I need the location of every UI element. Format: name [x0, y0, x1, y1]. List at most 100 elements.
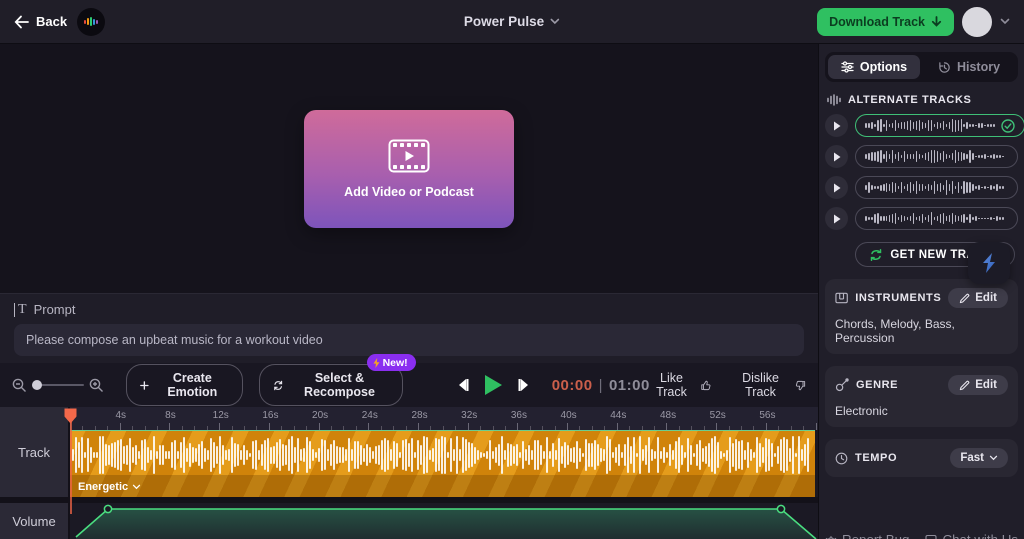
timeline-zoom-control [12, 378, 104, 393]
play-icon [833, 214, 841, 224]
track-option[interactable] [855, 145, 1018, 168]
alternate-track-row-4 [825, 207, 1018, 230]
audio-clip[interactable]: Energetic [70, 430, 815, 497]
assistant-widget[interactable] [968, 242, 1010, 284]
prompt-input[interactable] [14, 324, 804, 356]
create-emotion-button[interactable]: Create Emotion [126, 364, 243, 406]
volume-row [70, 503, 818, 539]
edit-instruments-button[interactable]: Edit [948, 288, 1008, 308]
add-video-label: Add Video or Podcast [344, 185, 474, 199]
back-button[interactable]: Back [14, 14, 67, 29]
app-root: Back Power Pulse Download Track [0, 0, 1024, 539]
like-track-label: Like Track [650, 371, 693, 399]
download-track-button[interactable]: Download Track [817, 8, 954, 36]
chevron-down-icon [550, 18, 560, 25]
previous-frame-button[interactable] [455, 377, 471, 393]
dislike-track-button[interactable]: Dislike Track [734, 371, 807, 399]
sidebar-tabs: Options History [825, 52, 1018, 82]
play-track-button[interactable] [825, 207, 848, 230]
new-badge: New! [367, 354, 416, 371]
total-time: 01:00 [609, 377, 650, 394]
report-bug-label: Report Bug [842, 532, 909, 539]
track-row: Energetic [70, 430, 818, 497]
select-recompose-button[interactable]: Select & Recompose New! [259, 364, 403, 406]
transport-controls [455, 374, 532, 396]
text-cursor-icon: T [14, 303, 27, 317]
mood-selector[interactable]: Energetic [78, 481, 141, 493]
account-menu-chevron-icon[interactable] [1000, 18, 1010, 25]
edit-genre-button[interactable]: Edit [948, 375, 1008, 395]
genre-value: Electronic [835, 404, 1008, 418]
tab-history[interactable]: History [923, 55, 1015, 79]
prompt-panel: T Prompt [0, 293, 818, 363]
track-row-label: Track [0, 407, 70, 497]
alternate-track-row-2 [825, 145, 1018, 168]
edit-label: Edit [975, 379, 997, 391]
envelope-handle-end[interactable] [777, 505, 784, 512]
timeline-ruler[interactable]: 0s4s8s12s16s20s24s28s32s36s40s44s48s52s5… [70, 407, 818, 430]
timecode: 00:00 | 01:00 [552, 377, 650, 394]
envelope-handle-start[interactable] [104, 505, 111, 512]
play-track-button[interactable] [825, 145, 848, 168]
film-icon [388, 139, 430, 173]
tempo-select[interactable]: Fast [950, 448, 1008, 468]
play-button[interactable] [484, 374, 503, 396]
back-label: Back [36, 14, 67, 29]
tempo-value: Fast [960, 452, 984, 464]
playback-toolbar: Create Emotion Select & Recompose New! [0, 363, 818, 407]
play-icon [833, 152, 841, 162]
zoom-in-icon[interactable] [89, 378, 104, 393]
pencil-icon [959, 293, 970, 304]
check-circle-icon [1001, 119, 1015, 133]
recompose-icon [273, 379, 283, 392]
waveform-icon [827, 94, 841, 106]
pencil-icon [959, 380, 970, 391]
tempo-title: TEMPO [855, 452, 897, 464]
alternate-track-row-3 [825, 176, 1018, 199]
track-option-selected[interactable] [855, 114, 1024, 137]
zoom-slider[interactable] [32, 384, 84, 386]
instruments-card: INSTRUMENTS Edit Chords, Melody, Bass, P… [825, 279, 1018, 354]
alternate-tracks-header: ALTERNATE TRACKS [827, 94, 1016, 106]
select-recompose-label: Select & Recompose [290, 371, 388, 399]
sliders-icon [841, 61, 854, 73]
play-track-button[interactable] [825, 114, 848, 137]
timeline: Track 0s4s8s12s16s20s24s28s32s36s40s44s4… [0, 407, 818, 539]
genre-card: GENRE Edit Electronic [825, 366, 1018, 427]
app-logo[interactable] [77, 8, 105, 36]
track-option[interactable] [855, 207, 1018, 230]
track-title-menu[interactable]: Power Pulse [464, 14, 560, 29]
brand-s-logo-icon [978, 251, 1000, 275]
like-track-button[interactable]: Like Track [650, 371, 712, 399]
track-option[interactable] [855, 176, 1018, 199]
play-icon [484, 374, 503, 396]
refresh-loop-icon [869, 249, 883, 261]
prompt-label-row: T Prompt [14, 302, 804, 317]
report-bug-link[interactable]: Report Bug [825, 532, 909, 539]
add-video-card[interactable]: Add Video or Podcast [304, 110, 514, 228]
chat-label: Chat with Us [942, 532, 1018, 539]
zoom-slider-handle[interactable] [32, 380, 42, 390]
main-panel: Add Video or Podcast T Prompt Cr [0, 44, 818, 539]
sidebar-footer: Report Bug Chat with Us [825, 532, 1018, 539]
tab-history-label: History [957, 60, 1000, 74]
thumbs-up-icon [700, 378, 711, 393]
volume-envelope[interactable] [70, 503, 818, 539]
instruments-title: INSTRUMENTS [855, 292, 941, 304]
tab-options[interactable]: Options [828, 55, 920, 79]
download-label: Download Track [829, 15, 925, 29]
play-icon [833, 121, 841, 131]
playhead[interactable] [64, 408, 77, 518]
step-forward-icon [516, 377, 532, 393]
time-separator: | [599, 377, 603, 394]
chat-with-us-link[interactable]: Chat with Us [925, 532, 1018, 539]
genre-title: GENRE [856, 379, 898, 391]
instruments-value: Chords, Melody, Bass, Percussion [835, 317, 1008, 345]
video-canvas: Add Video or Podcast [0, 44, 818, 293]
topbar: Back Power Pulse Download Track [0, 0, 1024, 44]
avatar[interactable] [962, 7, 992, 37]
zoom-out-icon[interactable] [12, 378, 27, 393]
next-frame-button[interactable] [516, 377, 532, 393]
play-track-button[interactable] [825, 176, 848, 199]
tempo-card: TEMPO Fast [825, 439, 1018, 477]
